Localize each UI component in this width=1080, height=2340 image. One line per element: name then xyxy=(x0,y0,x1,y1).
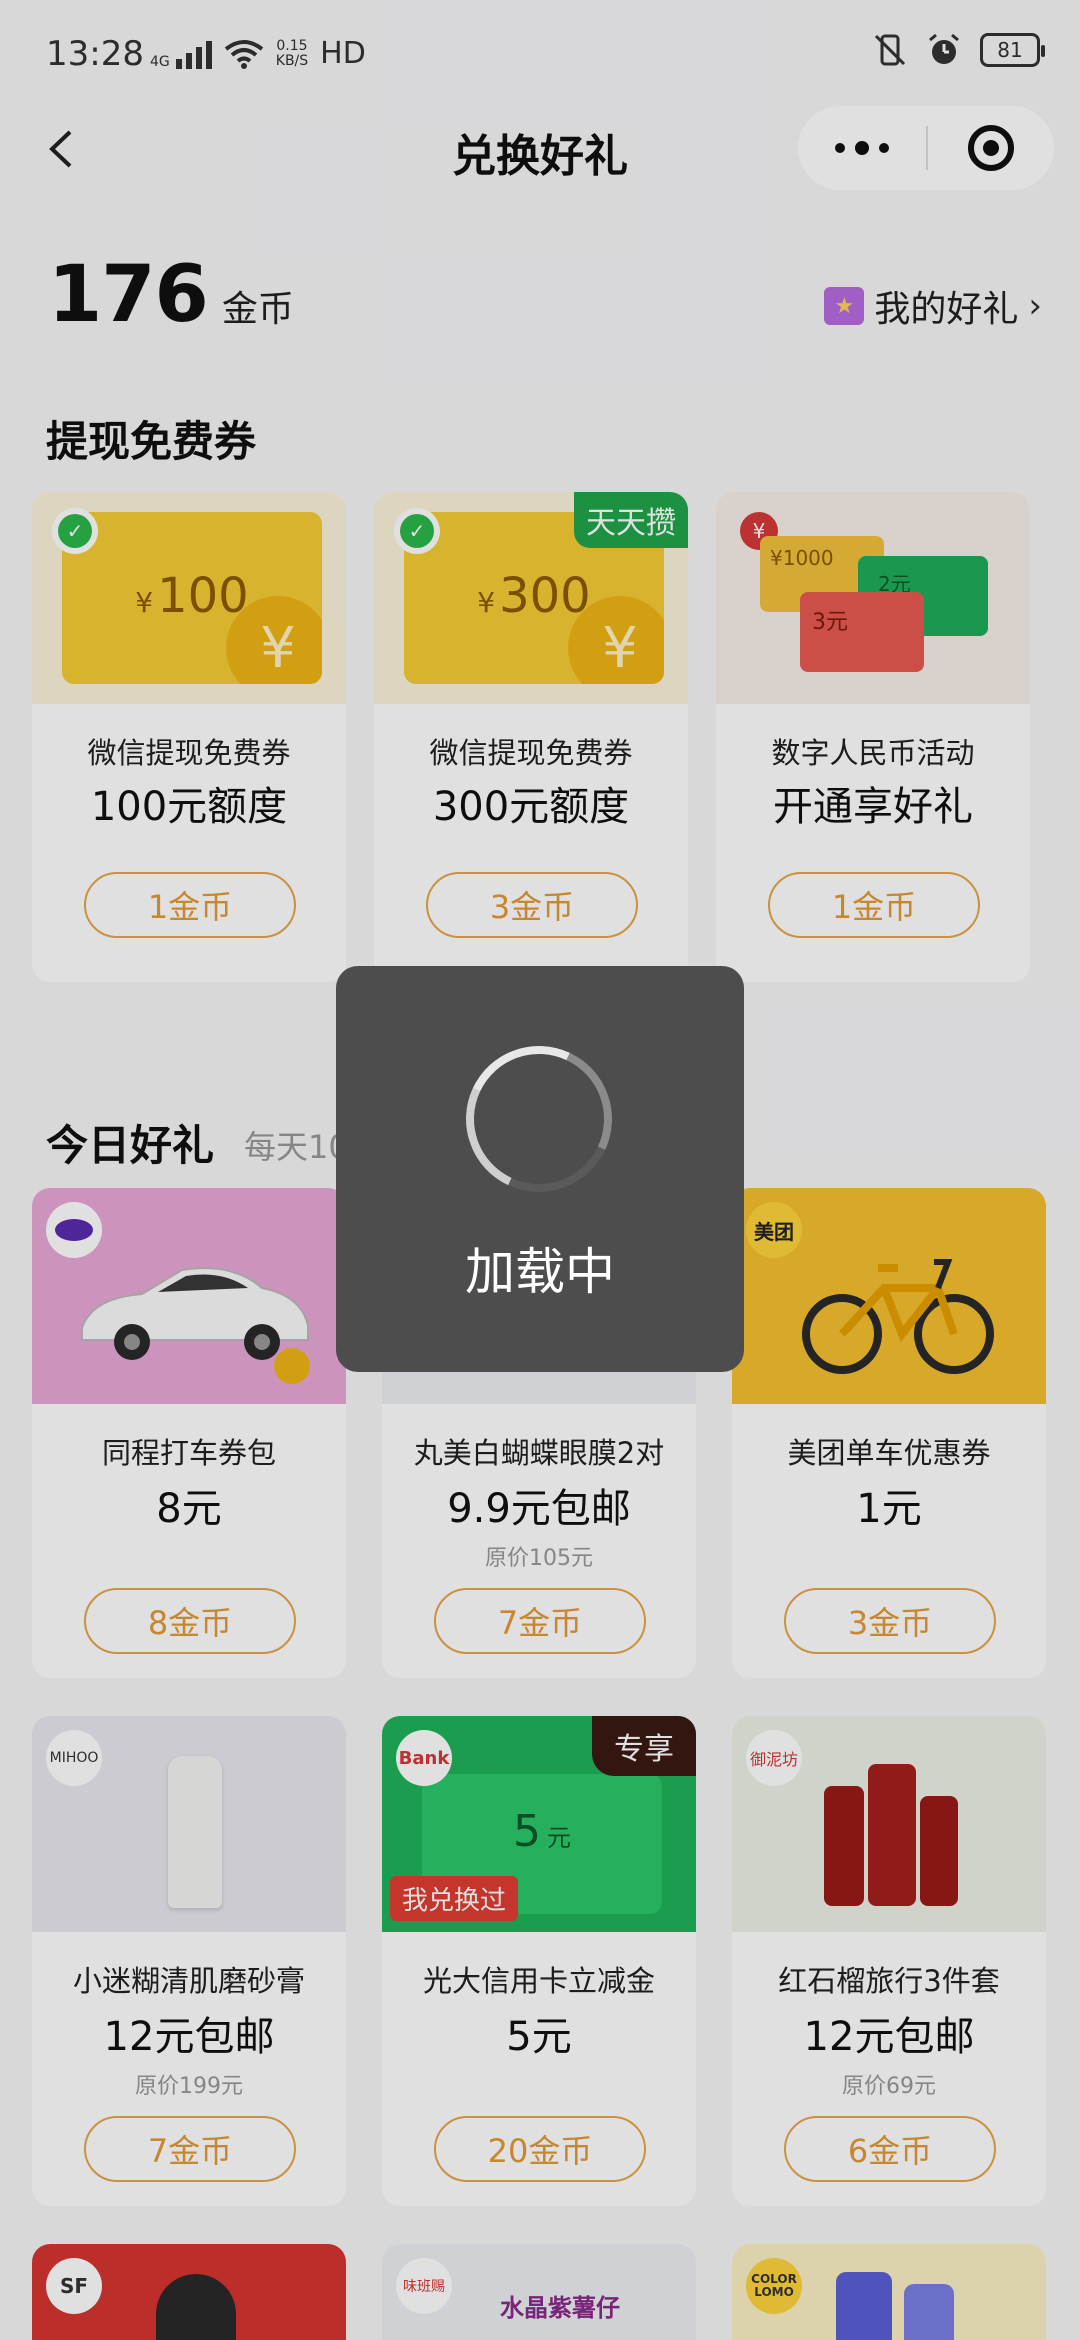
loading-toast: 加载中 xyxy=(336,966,744,1372)
spinner-icon xyxy=(445,1025,633,1213)
app-root: 13:28 4G 0.15 KB/S HD 81 兑换好礼 176 金币 ★ 我… xyxy=(0,0,1080,2340)
loading-text: 加载中 xyxy=(465,1243,615,1301)
